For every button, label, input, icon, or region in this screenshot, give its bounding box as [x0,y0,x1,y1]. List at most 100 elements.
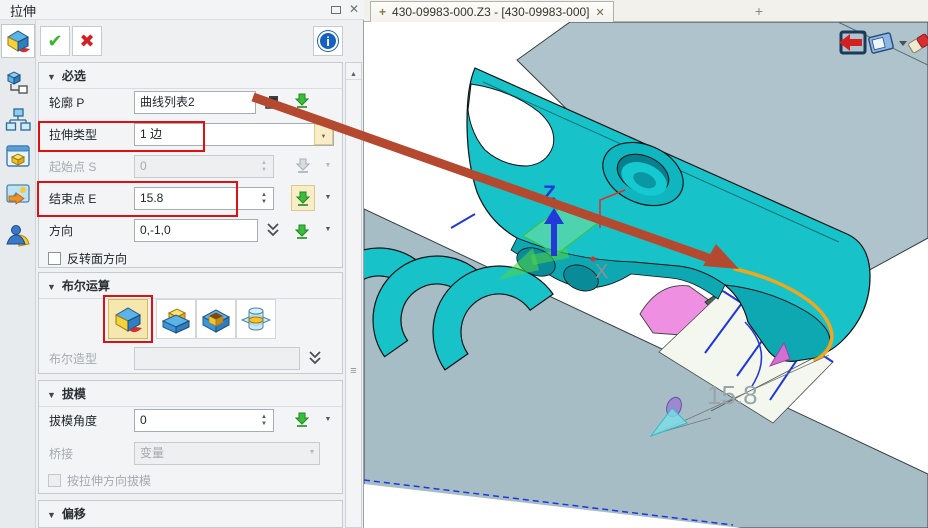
boolean-remove-icon [200,303,232,335]
info-icon: i [318,31,338,51]
sidebar-item-assembly-tree[interactable] [1,102,35,136]
plus-icon: + [755,3,763,19]
collapse-icon: ▼ [47,72,56,82]
boolean-add-icon [160,303,192,335]
bridge-label: 桥接 [49,442,73,466]
user-icon [5,222,31,248]
dimension-label: 15.8 [707,380,758,410]
extrude-type-dropdown-button[interactable]: ▼ [314,124,333,145]
end-pick-button[interactable] [291,185,315,211]
draft-pick-button[interactable] [291,407,313,431]
scrollbar-grip[interactable]: ≡ [347,361,360,379]
extrude-type-select[interactable]: 1 边 [134,123,334,146]
start-pick-caret: ▼ [321,156,335,176]
bridge-select: 变量 [134,442,320,465]
sidebar-item-user[interactable] [1,218,35,252]
cancel-button[interactable]: ✖ [72,26,102,56]
direction-label: 方向 [49,219,73,243]
close-icon[interactable]: ✕ [349,2,359,16]
tab-label: 430-09983-000.Z3 - [430-09983-000] [392,5,589,19]
ok-button[interactable]: ✔ [40,26,70,56]
boolean-shape-chevrons-icon[interactable] [307,349,323,367]
bridge-caret: ▼ [305,443,319,463]
scrollbar-up-button[interactable]: ▲ [346,63,361,80]
shape-window-icon [5,143,31,169]
end-point-label: 结束点 E [49,187,96,211]
axis-z-label: Z [543,182,556,205]
section-offset: ▼偏移 [38,500,343,528]
viewport-3d[interactable]: Z X 15.8 [364,22,928,528]
check-icon: ✔ [47,31,62,52]
collapse-icon: ▼ [47,390,56,400]
direction-pick-icon [294,223,310,239]
feature-icon-strip [0,20,36,528]
end-pick-caret[interactable]: ▼ [321,188,335,208]
x-icon: ✖ [79,31,94,52]
boolean-shape-label: 布尔造型 [49,347,97,371]
end-pick-icon [295,190,311,206]
extrude-type-label: 拉伸类型 [49,123,97,147]
document-tab-active[interactable]: + 430-09983-000.Z3 - [430-09983-000] ✕ [370,1,614,22]
profile-pick-icon[interactable] [294,92,310,108]
direction-pick-caret[interactable]: ▼ [321,220,335,240]
expand-chevrons-icon[interactable] [265,221,281,239]
boolean-intersect-icon [240,303,272,335]
dialog-title: 拉伸 [10,1,36,20]
section-offset-header[interactable]: ▼偏移 [39,501,342,526]
start-point-label: 起始点 S [49,155,96,179]
document-tabbar: + 430-09983-000.Z3 - [430-09983-000] ✕ + [364,0,928,22]
grip-icon: ≡ [350,365,356,377]
sidebar-item-extrude[interactable] [1,24,35,58]
collapse-icon: ▼ [47,510,56,520]
section-draft-header[interactable]: ▼拔模 [39,381,342,407]
image-icon [5,181,31,207]
section-required-header[interactable]: ▼必选 [39,63,342,89]
direction-input[interactable]: 0,-1,0 [134,219,258,242]
new-tab-button[interactable]: + [746,2,772,21]
tab-close-icon[interactable]: ✕ [596,6,605,19]
direction-pick-button[interactable] [291,219,313,243]
boolean-add-button[interactable] [156,299,196,339]
end-point-input[interactable]: 15.8 [134,187,274,210]
draft-direction-checkbox [48,474,61,487]
section-required: ▼必选 轮廓 P 曲线列表2 拉伸类型 1 边 ▼ 起始点 S 0 [38,62,343,268]
zw3d-window: 拉伸 ✕ [0,0,928,528]
dialog-scrollbar[interactable]: ▲ ≡ [345,62,362,528]
boolean-base-icon [112,303,144,335]
profile-label: 轮廓 P [49,91,84,115]
section-draft: ▼拔模 拔模角度 0 ▲▼ ▼ 桥接 变量 ▼ 按拉伸方向拔模 [38,380,343,494]
draft-angle-label: 拔模角度 [49,409,97,433]
sidebar-item-history[interactable] [1,65,35,99]
reverse-face-label: 反转面方向 [67,247,127,271]
boolean-remove-button[interactable] [196,299,236,339]
collapse-icon: ▼ [47,282,56,292]
section-boolean-header[interactable]: ▼布尔运算 [39,273,342,299]
axis-x-label: X [595,261,608,283]
draft-direction-label: 按拉伸方向拔模 [67,469,151,493]
draft-pick-icon [294,411,310,427]
hierarchy-icon [5,106,31,132]
boolean-intersect-button[interactable] [236,299,276,339]
scroll-up-icon: ▲ [350,71,357,78]
caret-down-icon: ▼ [321,134,327,140]
boolean-base-button[interactable] [108,299,148,339]
extrude-dialog: 拉伸 ✕ [0,0,364,528]
boolean-shape-input [134,347,300,370]
history-tree-icon [5,69,31,95]
section-boolean: ▼布尔运算 [38,272,343,374]
profile-input[interactable]: 曲线列表2 [134,91,256,114]
sidebar-item-render[interactable] [1,177,35,211]
extrude-icon [5,28,31,54]
dialog-titlebar: 拉伸 ✕ [0,0,364,20]
restore-icon[interactable] [331,6,341,14]
info-button[interactable]: i [313,26,343,56]
draft-angle-input[interactable]: 0 [134,409,274,432]
copy-icon[interactable] [264,94,280,110]
draft-pick-caret[interactable]: ▼ [321,410,335,430]
end-point-spinner[interactable]: ▲▼ [257,188,271,209]
reverse-face-checkbox[interactable] [48,252,61,265]
sidebar-item-shape-browser[interactable] [1,139,35,173]
start-point-spinner: ▲▼ [257,156,271,177]
draft-angle-spinner[interactable]: ▲▼ [257,410,271,431]
start-point-input: 0 [134,155,274,178]
